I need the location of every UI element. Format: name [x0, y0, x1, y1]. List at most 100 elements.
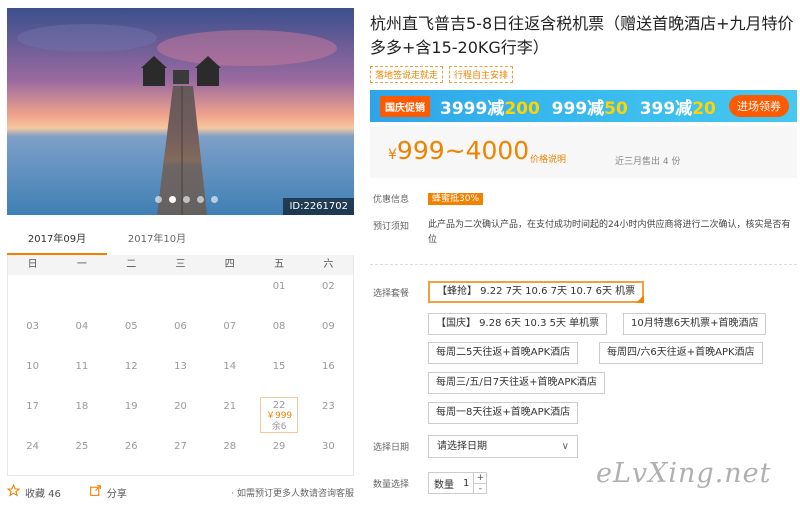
weekday-label: 四: [224, 259, 235, 270]
weekday-label: 三: [175, 259, 186, 270]
notice-label: 预订须知: [373, 222, 410, 232]
package-option[interactable]: 10月特惠6天机票+首晚酒店: [623, 313, 767, 335]
calendar-day[interactable]: 07: [205, 315, 254, 355]
promo-offers: 3999减200 999减50 399减20: [440, 98, 716, 119]
share-button[interactable]: 分享: [89, 484, 127, 500]
star-icon: [6, 483, 21, 500]
quantity-label: 数量选择: [373, 480, 410, 490]
package-option[interactable]: 每周四/六6天往返+首晚APK酒店: [599, 342, 763, 364]
discount-badge: 蜂蜜抵30%: [428, 193, 484, 205]
image-footer-bar: 收藏 46 分享 · 如需预订更多人数请咨询客服: [6, 483, 354, 501]
package-option[interactable]: 每周二5天往返+首晚APK酒店: [428, 342, 579, 364]
promo-flag: 国庆促销: [380, 95, 430, 117]
quantity-field-label: 数量: [434, 479, 454, 491]
discount-label: 优惠信息: [373, 195, 410, 205]
product-hero-image[interactable]: ID:2261702: [7, 8, 354, 215]
calendar-empty-cell: [205, 275, 254, 315]
calendar-weekday-header: 日一二三四五六: [8, 255, 353, 275]
consult-service-note: · 如需预订更多人数请咨询客服: [231, 488, 354, 499]
pier-sunset-photo: [7, 8, 354, 215]
calendar-day[interactable]: 01: [254, 275, 303, 315]
calendar-day[interactable]: 25: [57, 435, 106, 475]
calendar-day[interactable]: 20: [156, 395, 205, 435]
calendar-day[interactable]: 04: [57, 315, 106, 355]
chevron-down-icon: ∨: [561, 441, 569, 452]
calendar-day[interactable]: 17: [8, 395, 57, 435]
calendar-day[interactable]: 12: [107, 355, 156, 395]
product-title: 杭州直飞普吉5-8日往返含税机票（赠送首晚酒店+九月特价多多+含15-20KG行…: [370, 14, 794, 57]
calendar-day[interactable]: 24: [8, 435, 57, 475]
carousel-dot[interactable]: [197, 196, 204, 203]
quantity-stepper: 数量 1 + -: [428, 472, 488, 494]
sales-count: 近三月售出 4 份: [615, 157, 681, 167]
calendar-day[interactable]: 30: [304, 435, 353, 475]
package-option[interactable]: 每周三/五/日7天往返+首晚APK酒店: [428, 372, 605, 394]
tag-itinerary: 行程自主安排: [449, 66, 514, 83]
calendar-day[interactable]: 09: [304, 315, 353, 355]
weekday-label: 二: [126, 259, 137, 270]
calendar-day[interactable]: 29: [254, 435, 303, 475]
calendar-day[interactable]: 16: [304, 355, 353, 395]
product-tags: 落地签说走就走 行程自主安排: [370, 66, 514, 83]
calendar-day[interactable]: 22 ￥999 余6: [260, 397, 298, 433]
calendar-empty-cell: [107, 275, 156, 315]
price-box: ¥999~4000 价格说明 近三月售出 4 份: [370, 126, 797, 178]
calendar-day[interactable]: 27: [156, 435, 205, 475]
carousel-dots: [155, 196, 218, 203]
calendar-day[interactable]: 11: [57, 355, 106, 395]
calendar-day[interactable]: 08: [254, 315, 303, 355]
calendar-day[interactable]: 10: [8, 355, 57, 395]
calendar-day[interactable]: 26: [107, 435, 156, 475]
day-price: ￥999: [265, 411, 293, 421]
weekday-label: 一: [76, 259, 87, 270]
weekday-label: 五: [274, 259, 285, 270]
decrement-button[interactable]: -: [474, 483, 487, 494]
date-select[interactable]: 请选择日期 ∨: [428, 435, 578, 458]
calendar-empty-cell: [156, 275, 205, 315]
calendar-day[interactable]: 23: [304, 395, 353, 435]
package-option[interactable]: 【蜂抢】 9.22 7天 10.6 7天 10.7 6天 机票: [428, 281, 645, 303]
national-day-promo-banner[interactable]: 国庆促销 3999减200 999减50 399减20 进场领券: [370, 90, 797, 122]
carousel-dot[interactable]: [183, 196, 190, 203]
weekday-label: 日: [27, 259, 38, 270]
calendar-day[interactable]: 13: [156, 355, 205, 395]
price-explanation-link[interactable]: 价格说明: [530, 152, 566, 165]
share-icon: [89, 484, 102, 500]
calendar-day[interactable]: 15: [254, 355, 303, 395]
date-calendar: 日 一 二 三 四 五 六 01 02 03 04 05 06 07 08 09 10 11 12 13 14 15 16…: [7, 255, 354, 476]
carousel-dot[interactable]: [155, 196, 162, 203]
favorite-count: 收藏 46: [25, 488, 61, 500]
weekday-label: 六: [323, 259, 334, 270]
calendar-day-grid: 01 02 03 04 05 06 07 08 09 10 11 12 13 14 15 16 17 18 19 20…: [8, 275, 353, 475]
calendar-day[interactable]: 03: [8, 315, 57, 355]
package-option[interactable]: 每周一8天往返+首晚APK酒店: [428, 402, 579, 424]
tab-month-october[interactable]: 2017年10月: [107, 229, 207, 255]
carousel-dot[interactable]: [211, 196, 218, 203]
tab-month-september[interactable]: 2017年09月: [7, 229, 107, 255]
favorite-button[interactable]: 收藏 46: [6, 483, 61, 500]
calendar-day[interactable]: 28: [205, 435, 254, 475]
section-divider: [370, 264, 797, 265]
product-id-badge: ID:2261702: [283, 198, 354, 215]
calendar-empty-cell: [8, 275, 57, 315]
calendar-day[interactable]: 05: [107, 315, 156, 355]
carousel-dot[interactable]: [169, 196, 176, 203]
calendar-month-tabs: 2017年09月 2017年10月: [7, 229, 354, 255]
quantity-stepper-buttons: + -: [473, 473, 487, 494]
date-label: 选择日期: [373, 443, 410, 453]
increment-button[interactable]: +: [474, 473, 486, 483]
calendar-day[interactable]: 18: [57, 395, 106, 435]
day-stock: 余6: [271, 422, 287, 432]
calendar-day[interactable]: 06: [156, 315, 205, 355]
tag-visa: 落地签说走就走: [370, 66, 444, 83]
calendar-day[interactable]: 14: [205, 355, 254, 395]
package-option[interactable]: 【国庆】 9.28 6天 10.3 5天 单机票: [428, 313, 608, 335]
booking-notice-text: 此产品为二次确认产品，在支付成功时间起的24小时内供应商将进行二次确认，核实是否…: [428, 220, 791, 245]
calendar-day[interactable]: 02: [304, 275, 353, 315]
claim-coupon-button[interactable]: 进场领券: [729, 95, 789, 117]
price-range: ¥999~4000: [388, 136, 530, 165]
calendar-day[interactable]: 21: [205, 395, 254, 435]
site-watermark: eLvXing.net: [596, 458, 772, 489]
calendar-day[interactable]: 19: [107, 395, 156, 435]
quantity-value[interactable]: 1: [459, 478, 473, 489]
